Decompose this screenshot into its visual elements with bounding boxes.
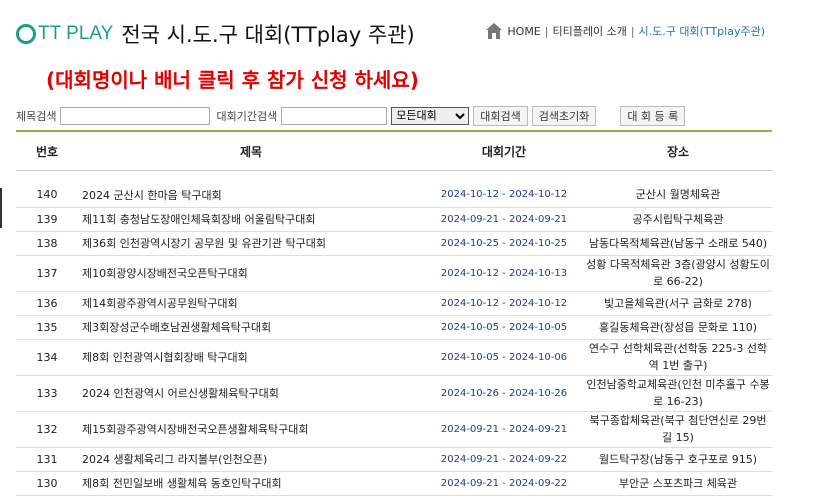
search-button[interactable]: 대회검색 [473,106,528,126]
page-title: 전국 시.도.구 대회(TTplay 주관) [121,23,415,47]
cell-period: 2024-10-12 - 2024-10-13 [424,255,584,292]
table-row[interactable]: 139 제11회 충청남도장애인체육회장배 어울림탁구대회 2024-09-21 -… [16,207,772,232]
period-search-input[interactable] [281,107,388,125]
search-bar: 제목검색 대회기간검색 모든대회 대회검색 검색초기화 대 회 등 록 [16,106,686,126]
table-row[interactable]: 135 제3회장성군수배호남권생활체육탁구대회 2024-10-05 - 2024-… [16,315,772,340]
cell-period: 2024-09-21 - 2024-09-22 [424,471,584,496]
table-row[interactable]: 136 제14회광주광역시공무원탁구대회 2024-10-12 - 2024-10-… [16,291,772,316]
cell-title[interactable]: 제14회광주광역시공무원탁구대회 [78,291,424,316]
cell-title[interactable]: 제36회 인천광역시장기 공무원 및 유관기관 탁구대회 [78,231,424,256]
cell-place: 군산시 월명체육관 [584,183,772,208]
cell-place: 남동다목적체육관(남동구 소래로 540) [584,231,772,256]
header-place: 장소 [584,132,772,171]
cell-place: 홍길동체육관(장성읍 문화로 110) [584,315,772,340]
cell-period: 2024-10-26 - 2024-10-26 [424,375,584,412]
cell-no: 136 [16,291,78,316]
header-title: 제목 [78,132,424,171]
cell-place: 빛고을체육관(서구 금화로 278) [584,291,772,316]
cell-period: 2024-10-25 - 2024-10-25 [424,231,584,256]
cell-title[interactable]: 제8회 전민일보배 생활체육 동호인탁구대회 [78,471,424,496]
cell-title[interactable]: 제3회장성군수배호남권생활체육탁구대회 [78,315,424,340]
cell-title[interactable]: 2024 생활체육리그 라지볼부(인천오픈) [78,447,424,472]
cell-place: 부안군 스포츠파크 체육관 [584,471,772,496]
title-search-label: 제목검색 [16,110,57,123]
cell-place: 연수구 선학체육관(선학동 225-3 선학역 1번 출구) [584,339,772,376]
cell-period: 2024-09-21 - 2024-09-22 [424,447,584,472]
cell-place: 인천남중학교체육관(인천 미추홀구 수봉로 16-23) [584,375,772,412]
cell-no: 135 [16,315,78,340]
cell-place: 성황 다목적체육관 3층(광양시 성황도이로 66-22) [584,255,772,292]
cell-period: 2024-10-12 - 2024-10-12 [424,183,584,208]
site-logo[interactable]: TT PLAY 전국 시.도.구 대회(TTplay 주관) [16,20,415,48]
cell-place: 북구종합체육관(북구 첨단연신로 29번길 15) [584,411,772,448]
table-row[interactable]: 132 제15회광주광역시장배전국오픈생활체육탁구대회 2024-09-21 - 2… [16,411,772,448]
header-no: 번호 [16,132,78,171]
table-row[interactable]: 130 제8회 전민일보배 생활체육 동호인탁구대회 2024-09-21 - 20… [16,471,772,496]
cell-no: 140 [16,183,78,208]
cell-title[interactable]: 제10회광양시장배전국오픈탁구대회 [78,255,424,292]
cell-period: 2024-10-05 - 2024-10-05 [424,315,584,340]
cell-title[interactable]: 2024 군산시 한마음 탁구대회 [78,183,424,208]
cell-no: 131 [16,447,78,472]
edge-marker [0,188,2,228]
cell-place: 월드탁구장(남동구 호구포로 915) [584,447,772,472]
cell-no: 139 [16,207,78,232]
title-search-input[interactable] [60,107,211,125]
logo-ring-icon [16,24,36,44]
table-row[interactable]: 138 제36회 인천광역시장기 공무원 및 유관기관 탁구대회 2024-10-2… [16,231,772,256]
register-button[interactable]: 대 회 등 록 [620,106,686,126]
cell-period: 2024-09-21 - 2024-09-21 [424,207,584,232]
cell-title[interactable]: 제15회광주광역시장배전국오픈생활체육탁구대회 [78,411,424,448]
header-period: 대회기간 [424,132,584,171]
table-header-row: 번호 제목 대회기간 장소 [16,132,772,171]
reset-button[interactable]: 검색초기화 [531,106,597,126]
breadcrumb-home[interactable]: HOME [507,25,540,38]
cell-period: 2024-10-12 - 2024-10-12 [424,291,584,316]
cell-period: 2024-10-05 - 2024-10-06 [424,339,584,376]
cell-place: 공주시립탁구체육관 [584,207,772,232]
cell-period: 2024-09-21 - 2024-09-21 [424,411,584,448]
cell-no: 130 [16,471,78,496]
notice-banner: (대회명이나 배너 클릭 후 참가 신청 하세요) [46,68,419,92]
table-row[interactable]: 137 제10회광양시장배전국오픈탁구대회 2024-10-12 - 2024-10… [16,255,772,292]
cell-title[interactable]: 제8회 인천광역시협회장배 탁구대회 [78,339,424,376]
cell-title[interactable]: 제11회 충청남도장애인체육회장배 어울림탁구대회 [78,207,424,232]
table-row[interactable]: 131 2024 생활체육리그 라지볼부(인천오픈) 2024-09-21 - 20… [16,447,772,472]
cell-no: 133 [16,375,78,412]
table-row[interactable]: 133 2024 인천광역시 어르신생활체육탁구대회 2024-10-26 - 20… [16,375,772,412]
table-row[interactable]: 140 2024 군산시 한마음 탁구대회 2024-10-12 - 2024-10… [16,183,772,208]
breadcrumb-separator: | [544,24,549,38]
competition-table: 번호 제목 대회기간 장소 140 2024 군산시 한마음 탁구대회 2024-1… [16,132,772,496]
spacer-row [16,171,772,184]
spacer-cell [16,171,772,184]
home-icon[interactable] [485,22,503,40]
table-row[interactable]: 134 제8회 인천광역시협회장배 탁구대회 2024-10-05 - 2024-1… [16,339,772,376]
breadcrumb-current[interactable]: 시.도.구 대회(TTplay주관) [639,23,765,39]
brand-name: TT PLAY [38,23,114,44]
cell-no: 132 [16,411,78,448]
cell-title[interactable]: 2024 인천광역시 어르신생활체육탁구대회 [78,375,424,412]
cell-no: 138 [16,231,78,256]
cell-no: 137 [16,255,78,292]
breadcrumb-separator: | [630,24,635,38]
breadcrumb: HOME | 티티플레이 소개 | 시.도.구 대회(TTplay주관) [485,22,765,40]
period-search-label: 대회기간검색 [216,110,278,123]
cell-no: 134 [16,339,78,376]
competition-filter-select[interactable]: 모든대회 [391,107,470,125]
breadcrumb-about[interactable]: 티티플레이 소개 [552,23,626,39]
